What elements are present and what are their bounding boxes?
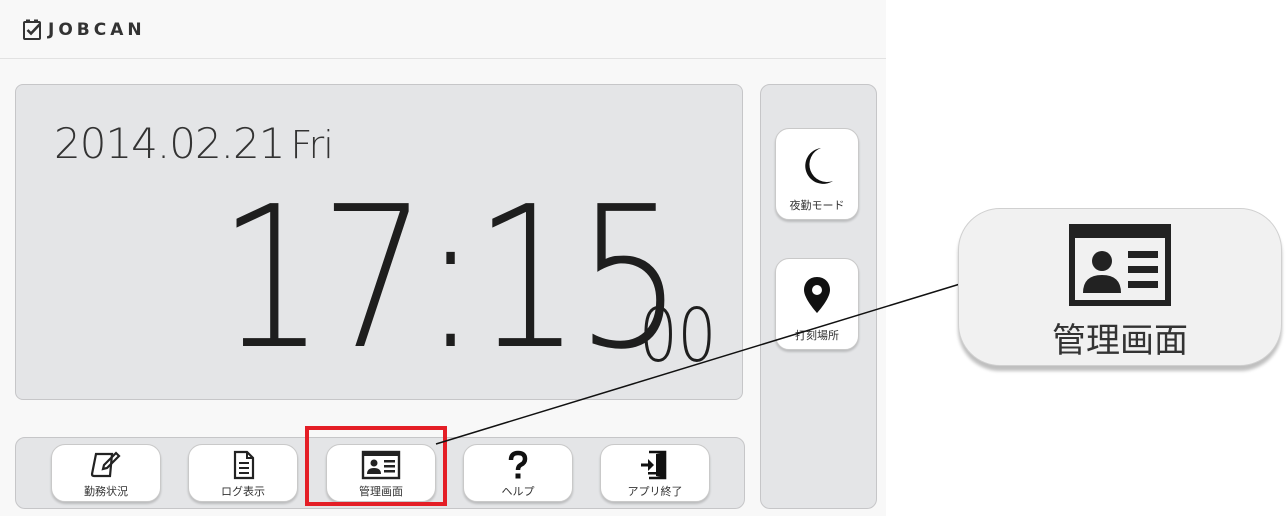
help-label: ヘルプ: [501, 485, 535, 498]
work-status-label: 勤務状況: [84, 485, 128, 498]
highlight-box: [305, 426, 447, 506]
question-icon: [508, 450, 528, 479]
seconds-display: 00: [639, 293, 717, 379]
checkbox-logo-icon: [23, 19, 41, 40]
header: JOBCAN: [0, 0, 886, 59]
map-pin-icon: [804, 277, 830, 313]
log-view-button[interactable]: ログ表示: [188, 444, 298, 502]
clock-panel: 2014.02.21 Fri 17:15 00: [15, 84, 743, 400]
night-mode-label: 夜勤モード: [789, 199, 845, 212]
document-icon: [233, 450, 255, 480]
jobcan-logo: JOBCAN: [20, 14, 146, 46]
id-card-icon: [1069, 224, 1171, 306]
edit-note-icon: [90, 451, 121, 478]
weekday-text: Fri: [290, 123, 333, 167]
night-mode-button[interactable]: 夜勤モード: [775, 128, 859, 220]
work-status-button[interactable]: 勤務状況: [51, 444, 161, 502]
exit-icon: [641, 450, 667, 480]
moon-icon: [805, 148, 833, 184]
side-panel: 夜勤モード 打刻場所: [760, 84, 877, 509]
zoomed-admin-button: 管理画面: [958, 208, 1282, 366]
zoomed-admin-label: 管理画面: [1052, 321, 1188, 361]
date-display: 2014.02.21 Fri: [54, 119, 334, 168]
logo-text: JOBCAN: [48, 20, 146, 40]
time-display: 17:15: [218, 165, 683, 393]
clock-location-label: 打刻場所: [795, 329, 839, 342]
exit-app-button[interactable]: アプリ終了: [600, 444, 710, 502]
date-text: 2014.02.21: [54, 119, 285, 168]
exit-app-label: アプリ終了: [627, 485, 683, 498]
help-button[interactable]: ヘルプ: [463, 444, 573, 502]
log-view-label: ログ表示: [221, 485, 265, 498]
clock-location-button[interactable]: 打刻場所: [775, 258, 859, 350]
